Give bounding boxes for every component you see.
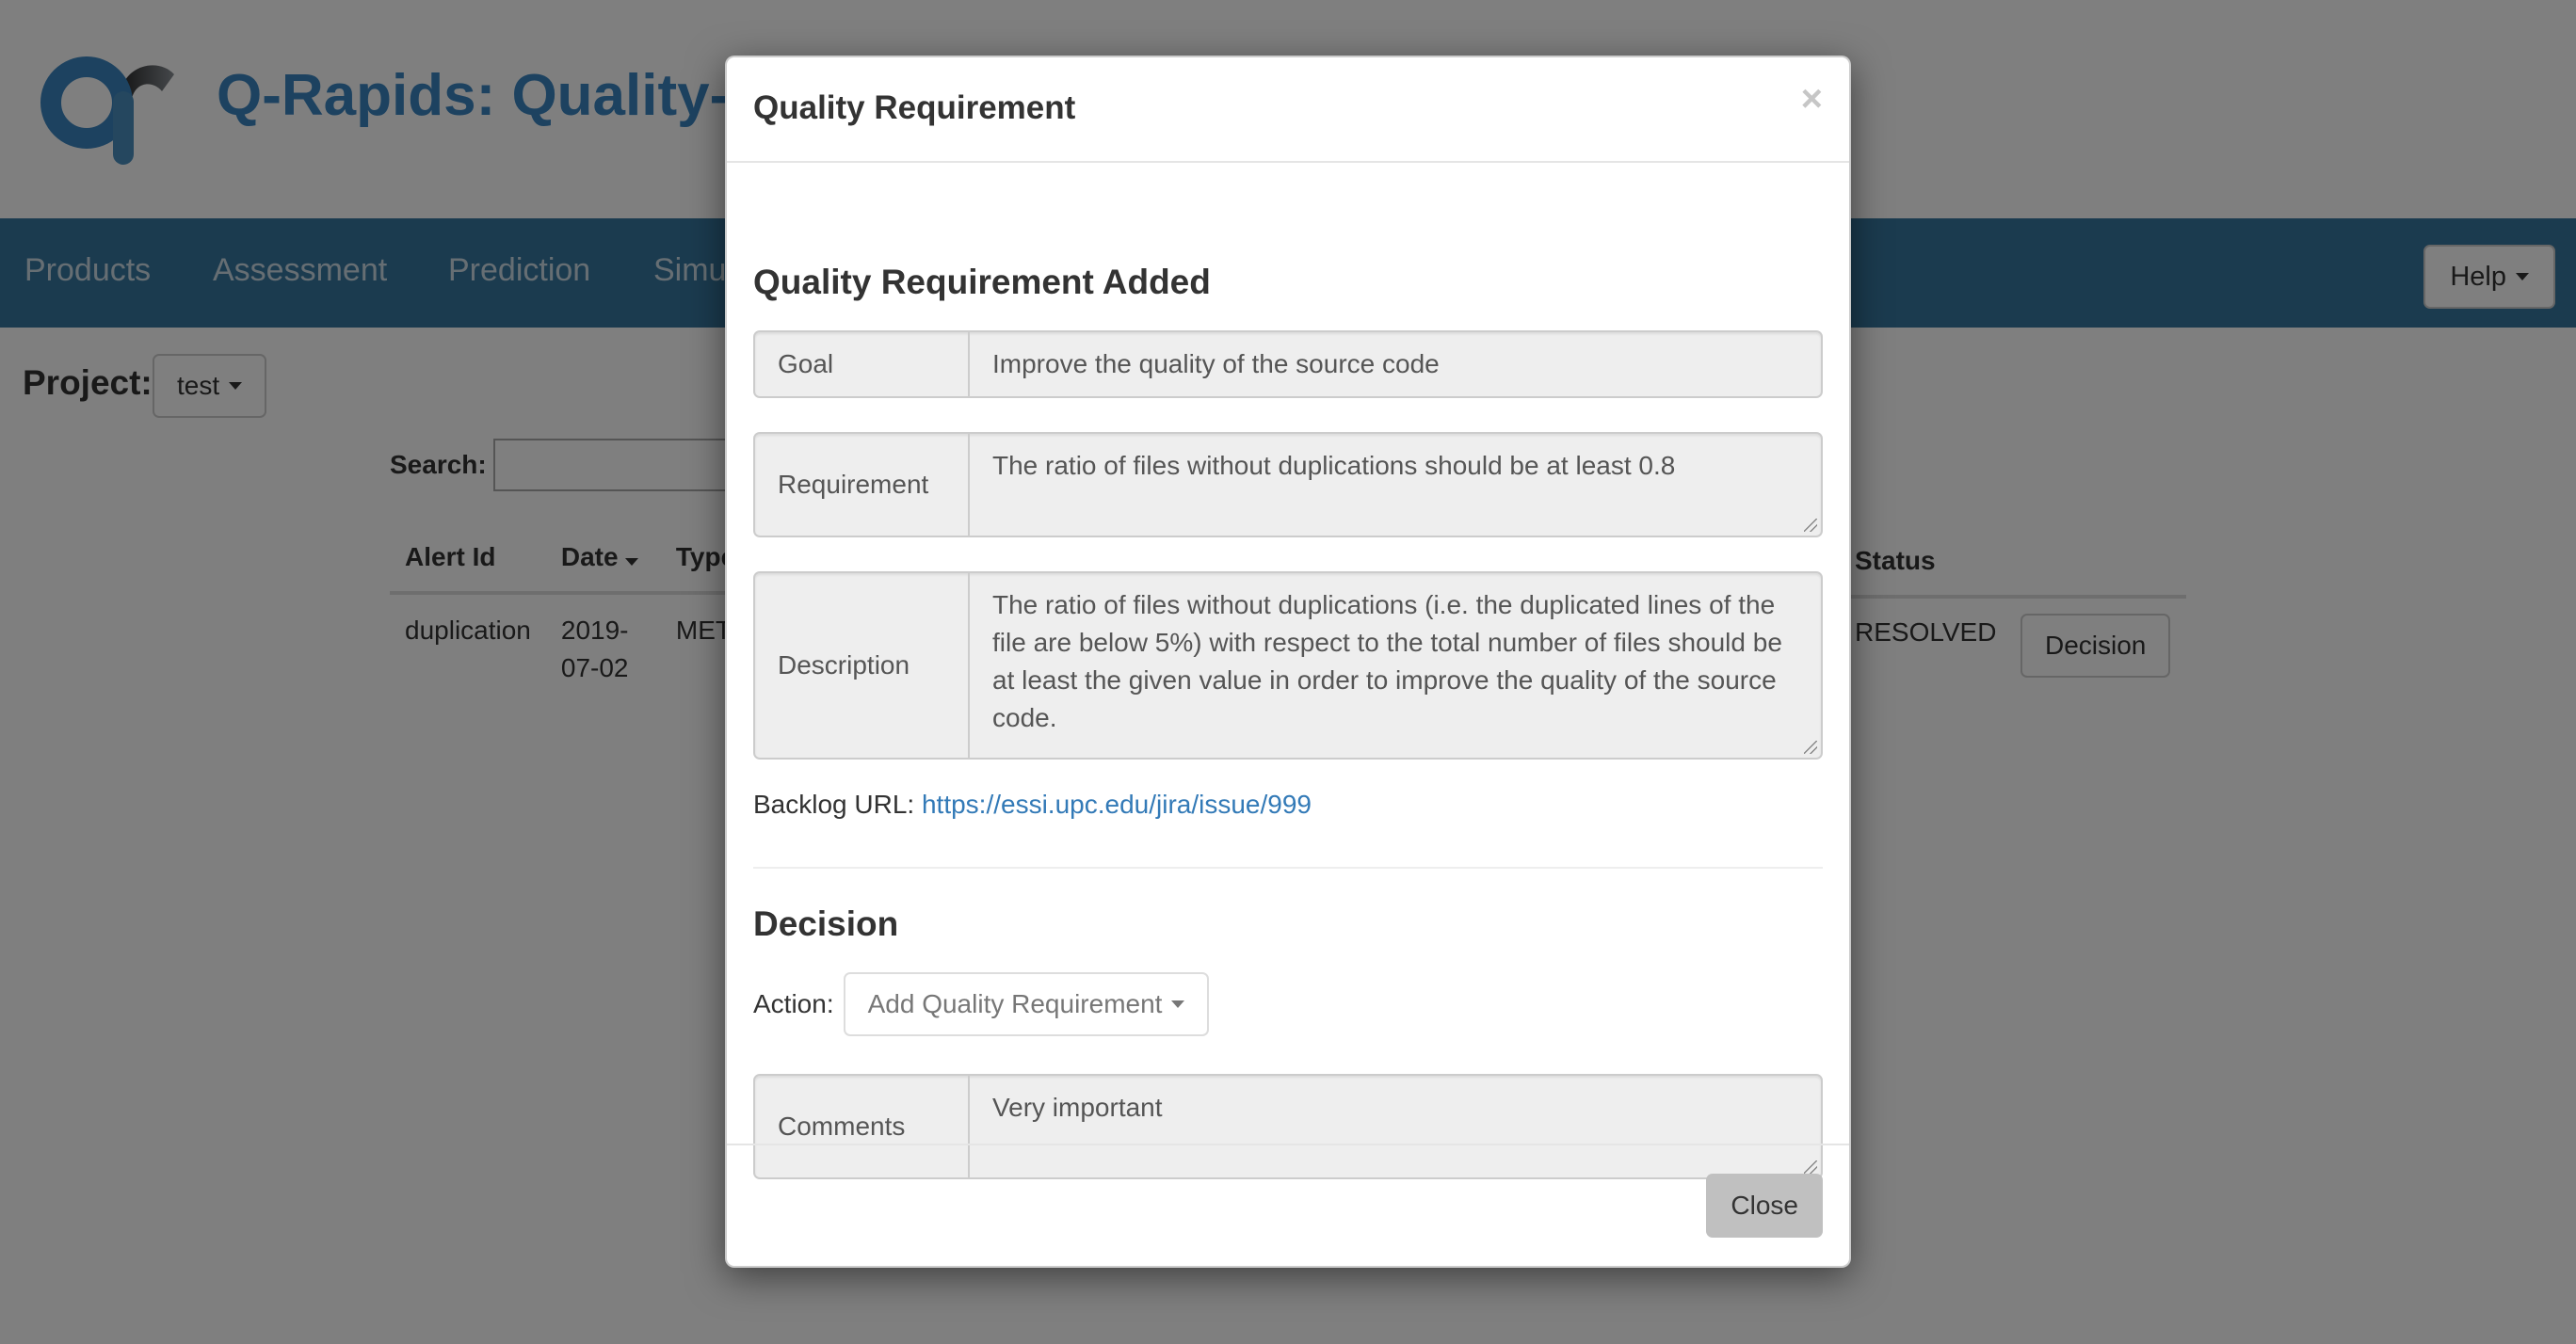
caret-down-icon xyxy=(1171,1000,1185,1008)
comments-text: Very important xyxy=(992,1093,1163,1122)
action-select-dropdown[interactable]: Add Quality Requirement xyxy=(843,972,1210,1036)
requirement-text: The ratio of files without duplications … xyxy=(992,451,1676,480)
resize-handle-icon[interactable] xyxy=(1804,519,1817,532)
resize-handle-icon[interactable] xyxy=(1804,741,1817,754)
description-label: Description xyxy=(755,573,970,758)
divider xyxy=(753,867,1823,869)
requirement-textarea[interactable]: The ratio of files without duplications … xyxy=(970,434,1821,536)
modal-header: Quality Requirement × xyxy=(727,57,1849,163)
section-title-decision: Decision xyxy=(753,904,899,943)
quality-requirement-modal: Quality Requirement × Quality Requiremen… xyxy=(725,56,1851,1268)
action-selected: Add Quality Requirement xyxy=(867,989,1163,1018)
close-button[interactable]: Close xyxy=(1706,1174,1823,1238)
description-textarea[interactable]: The ratio of files without duplications … xyxy=(970,573,1821,758)
section-title-qr-added: Quality Requirement Added xyxy=(753,263,1211,301)
goal-field-group: Goal Improve the quality of the source c… xyxy=(753,330,1823,398)
backlog-url-link[interactable]: https://essi.upc.edu/jira/issue/999 xyxy=(922,790,1312,819)
goal-label: Goal xyxy=(755,332,970,396)
close-icon[interactable]: × xyxy=(1801,80,1823,118)
description-field-group: Description The ratio of files without d… xyxy=(753,571,1823,760)
modal-footer: Close xyxy=(727,1144,1849,1266)
modal-title: Quality Requirement xyxy=(753,89,1076,126)
action-row: Action: Add Quality Requirement xyxy=(753,972,1210,1036)
backlog-url-label: Backlog URL: xyxy=(753,790,915,819)
backlog-url-row: Backlog URL: https://essi.upc.edu/jira/i… xyxy=(753,790,1312,820)
requirement-label: Requirement xyxy=(755,434,970,536)
action-label: Action: xyxy=(753,989,834,1018)
requirement-field-group: Requirement The ratio of files without d… xyxy=(753,432,1823,537)
description-text: The ratio of files without duplications … xyxy=(992,590,1782,732)
goal-input[interactable]: Improve the quality of the source code xyxy=(970,332,1821,396)
